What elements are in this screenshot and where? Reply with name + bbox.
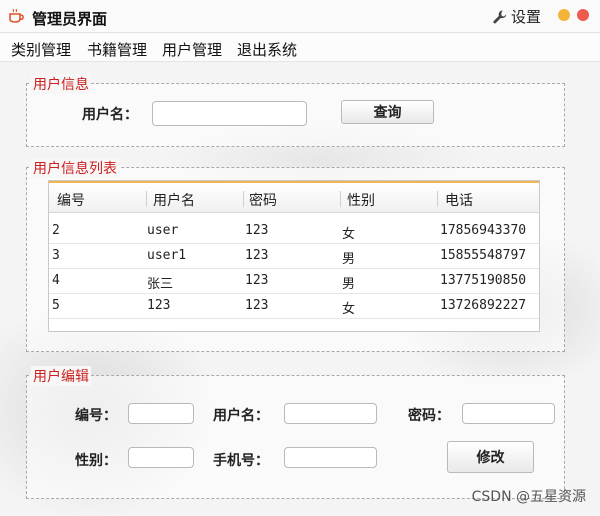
id-label: 编号： xyxy=(75,408,117,424)
column-header-phone[interactable]: 电话 xyxy=(445,190,473,210)
username-label: 用户名： xyxy=(82,107,138,123)
table-row[interactable]: 5 123 123 女 13726892227 xyxy=(49,294,539,319)
password-field[interactable] xyxy=(462,403,555,424)
phone-field[interactable] xyxy=(284,447,377,468)
cell-password: 123 xyxy=(245,223,269,238)
menu-exit-system[interactable]: 退出系统 xyxy=(237,39,297,60)
cell-phone: 17856943370 xyxy=(440,223,527,238)
cell-gender: 男 xyxy=(342,277,356,292)
column-header-password[interactable]: 密码 xyxy=(249,190,277,210)
table-header: 编号 用户名 密码 性别 电话 xyxy=(49,181,539,213)
user-list-title: 用户信息列表 xyxy=(31,158,119,178)
column-header-gender[interactable]: 性别 xyxy=(347,190,375,210)
watermark: CSDN @五星资源 xyxy=(471,489,586,505)
close-button[interactable] xyxy=(577,9,589,21)
cell-gender: 女 xyxy=(342,302,356,317)
cell-gender: 女 xyxy=(342,227,356,242)
cell-gender: 男 xyxy=(342,252,356,267)
cell-id: 3 xyxy=(52,248,60,263)
settings-label: 设置 xyxy=(511,8,542,26)
cell-id: 4 xyxy=(52,273,60,288)
cell-password: 123 xyxy=(245,298,269,313)
edit-username-label: 用户名： xyxy=(213,408,269,424)
menu-book-management[interactable]: 书籍管理 xyxy=(87,39,147,60)
wrench-icon xyxy=(493,10,507,23)
user-edit-title: 用户编辑 xyxy=(31,366,91,386)
user-edit-panel: 用户编辑 xyxy=(26,366,565,499)
cell-password: 123 xyxy=(245,273,269,288)
phone-label: 手机号： xyxy=(213,453,269,469)
cell-id: 5 xyxy=(52,298,60,313)
cell-username: user1 xyxy=(147,248,187,263)
edit-username-field[interactable] xyxy=(284,403,377,424)
cell-password: 123 xyxy=(245,248,269,263)
user-info-title: 用户信息 xyxy=(31,74,91,94)
password-label: 密码： xyxy=(408,408,450,424)
cell-phone: 13726892227 xyxy=(440,298,527,313)
window-title: 管理员界面 xyxy=(32,10,108,28)
cell-phone: 15855548797 xyxy=(440,248,527,263)
menu-category-management[interactable]: 类别管理 xyxy=(11,39,71,60)
menu-user-management[interactable]: 用户管理 xyxy=(162,39,222,60)
table-row[interactable]: 4 张三 123 男 13775190850 xyxy=(49,269,539,294)
coffee-cup-icon xyxy=(9,8,24,23)
cell-username: 123 xyxy=(147,298,171,313)
username-search-input[interactable] xyxy=(152,101,307,126)
user-table: 编号 用户名 密码 性别 电话 2 user 123 女 17856943370… xyxy=(48,180,540,332)
gender-field[interactable] xyxy=(128,447,194,468)
query-button[interactable]: 查询 xyxy=(341,100,434,124)
modify-button[interactable]: 修改 xyxy=(447,441,534,473)
column-header-username[interactable]: 用户名 xyxy=(153,190,195,210)
cell-phone: 13775190850 xyxy=(440,273,527,288)
menu-bar: 类别管理 书籍管理 用户管理 退出系统 xyxy=(0,33,600,62)
minimize-button[interactable] xyxy=(558,9,570,21)
gender-label: 性别： xyxy=(75,453,117,469)
title-bar: 管理员界面 设置 xyxy=(0,0,600,33)
id-field[interactable] xyxy=(128,403,194,424)
cell-id: 2 xyxy=(52,223,60,238)
cell-username: 张三 xyxy=(147,277,174,292)
table-row[interactable]: 2 user 123 女 17856943370 xyxy=(49,219,539,244)
column-header-id[interactable]: 编号 xyxy=(57,190,85,210)
table-row[interactable]: 3 user1 123 男 15855548797 xyxy=(49,244,539,269)
cell-username: user xyxy=(147,223,179,238)
settings-button[interactable]: 设置 xyxy=(492,6,541,27)
